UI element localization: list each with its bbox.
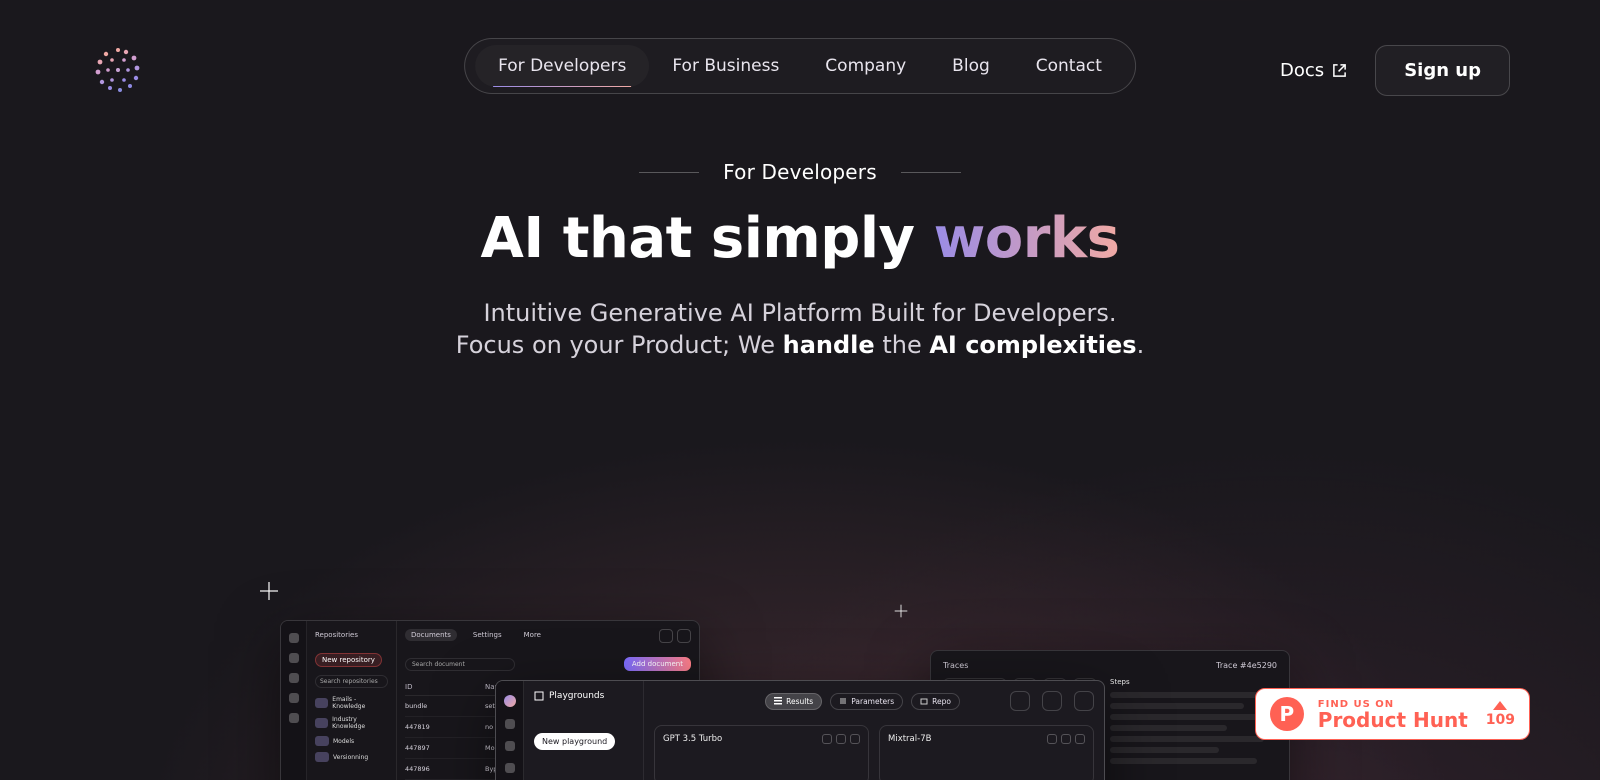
rail-icon xyxy=(505,741,515,751)
sidebar-title: Repositories xyxy=(315,631,388,639)
add-document-button: Add document xyxy=(624,657,691,671)
traces-title: Traces xyxy=(943,661,968,670)
mock-left-iconrail xyxy=(281,621,307,780)
hero-subtitle: Intuitive Generative AI Platform Built f… xyxy=(420,297,1180,362)
rail-icon xyxy=(505,719,515,729)
playgrounds-title: Playgrounds xyxy=(534,691,633,701)
header: For Developers For Business Company Blog… xyxy=(0,0,1600,140)
hero-sub-2e: . xyxy=(1137,331,1145,359)
nav-company[interactable]: Company xyxy=(802,45,929,87)
product-hunt-text: FIND US ON Product Hunt xyxy=(1318,699,1468,730)
list-item: Emails - Knowledge xyxy=(315,696,388,710)
ph-name: Product Hunt xyxy=(1318,710,1468,730)
square-icon xyxy=(677,629,691,643)
tab-results: Results xyxy=(765,693,822,710)
model-card: Mixtral-7B xyxy=(879,725,1094,780)
doc-search: Search document xyxy=(405,658,515,671)
col-id: ID xyxy=(405,683,465,691)
rail-icon xyxy=(289,693,299,703)
hero-title: AI that simply works xyxy=(40,206,1560,271)
model-card: GPT 3.5 Turbo xyxy=(654,725,869,780)
mock-center-iconrail xyxy=(496,681,524,780)
header-right: Docs Sign up xyxy=(1280,45,1510,96)
hero-title-gradient: works xyxy=(934,206,1120,271)
docs-link[interactable]: Docs xyxy=(1280,60,1347,81)
nav-for-developers[interactable]: For Developers xyxy=(475,45,649,87)
mock-window-playgrounds: Playgrounds New playground Results Param… xyxy=(495,680,1105,780)
tab-repo: Repo xyxy=(911,693,960,710)
hero-title-plain: AI that simply xyxy=(481,206,934,271)
trace-id: Trace #4e5290 xyxy=(1216,661,1277,670)
steps-label: Steps xyxy=(1110,678,1277,686)
rail-icon xyxy=(289,713,299,723)
list-item: Industry Knowledge xyxy=(315,716,388,730)
new-playground-button: New playground xyxy=(534,733,615,750)
rail-icon xyxy=(505,763,515,773)
mock-left-sidebar: Repositories New repository Search repos… xyxy=(307,621,397,780)
signup-button[interactable]: Sign up xyxy=(1375,45,1510,96)
external-link-icon xyxy=(1332,63,1347,78)
list-item: Versionning xyxy=(315,752,388,762)
model-name: Mixtral-7B xyxy=(888,734,931,744)
tab-documents: Documents xyxy=(405,629,457,641)
square-icon xyxy=(659,629,673,643)
eyebrow-line-right xyxy=(901,172,961,173)
ph-count: 109 xyxy=(1486,712,1515,728)
tab-parameters: Parameters xyxy=(830,693,903,710)
tab-more: More xyxy=(518,629,547,641)
cube-icon xyxy=(534,691,544,701)
list-item: Models xyxy=(315,736,388,746)
list-icon xyxy=(774,697,782,705)
hero-eyebrow-row: For Developers xyxy=(40,160,1560,184)
nav-contact[interactable]: Contact xyxy=(1013,45,1125,87)
hero-sub-line1: Intuitive Generative AI Platform Built f… xyxy=(483,299,1116,327)
upvote-triangle-icon xyxy=(1493,701,1507,710)
main-nav: For Developers For Business Company Blog… xyxy=(464,38,1136,94)
sliders-icon xyxy=(839,697,847,705)
rail-icon xyxy=(289,633,299,643)
eyebrow-line-left xyxy=(639,172,699,173)
product-hunt-logo-icon: P xyxy=(1270,697,1304,731)
mock-center-body: Results Parameters Repo GPT 3.5 Turbo xyxy=(644,681,1104,780)
hero: For Developers AI that simply works Intu… xyxy=(0,160,1600,362)
folder-icon xyxy=(920,697,928,705)
model-name: GPT 3.5 Turbo xyxy=(663,734,722,744)
grid-icon xyxy=(1042,691,1062,711)
product-hunt-badge[interactable]: P FIND US ON Product Hunt 109 xyxy=(1255,688,1530,740)
docs-label: Docs xyxy=(1280,60,1324,81)
sparkle-icon xyxy=(895,605,908,618)
hero-sub-2a: Focus on your Product; We xyxy=(456,331,783,359)
hero-sub-2d: AI complexities xyxy=(929,331,1136,359)
plus-icon xyxy=(1010,691,1030,711)
rail-icon xyxy=(289,673,299,683)
hero-eyebrow: For Developers xyxy=(723,160,877,184)
sparkle-icon xyxy=(260,582,278,600)
nav-for-business[interactable]: For Business xyxy=(649,45,802,87)
hero-sub-2c: the xyxy=(875,331,930,359)
tab-settings: Settings xyxy=(467,629,508,641)
brand-logo[interactable] xyxy=(90,42,146,98)
mockup-stage: Repositories New repository Search repos… xyxy=(0,520,1600,780)
mock-center-sidebar: Playgrounds New playground xyxy=(524,681,644,780)
ph-upvote[interactable]: 109 xyxy=(1486,701,1515,728)
nav-blog[interactable]: Blog xyxy=(929,45,1013,87)
rail-icon xyxy=(289,653,299,663)
new-repo-button: New repository xyxy=(315,653,382,667)
share-icon xyxy=(1074,691,1094,711)
brand-dot-icon xyxy=(504,695,516,707)
repo-search: Search repositories xyxy=(315,675,388,688)
hero-sub-2b: handle xyxy=(783,331,875,359)
